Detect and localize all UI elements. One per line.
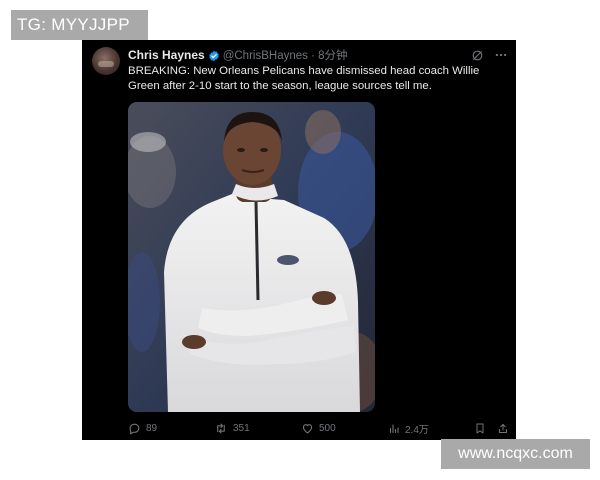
bookmark-icon [476, 423, 484, 433]
reply-count: 89 [146, 422, 158, 434]
reply-icon [129, 423, 140, 434]
retweet-count: 351 [233, 422, 250, 434]
coach-photo-illustration [128, 102, 375, 412]
website-watermark: www.ncqxc.com [441, 439, 590, 469]
tweet-card[interactable]: Chris Haynes @ChrisBHaynes · 8分钟 BREAKIN… [82, 40, 516, 440]
share-button[interactable] [497, 418, 509, 438]
tweet-media-photo[interactable] [128, 102, 375, 412]
share-icon [499, 423, 507, 433]
views-count: 2.4万 [405, 424, 429, 436]
views-button[interactable]: 2.4万 [388, 418, 429, 438]
like-count: 500 [319, 422, 336, 434]
bookmark-button[interactable] [474, 418, 486, 438]
author-name[interactable]: Chris Haynes [128, 48, 205, 62]
tweet-action-bar: 89 351 500 2.4万 [128, 418, 512, 438]
author-handle-and-time[interactable]: @ChrisBHaynes · 8分钟 [223, 47, 348, 63]
heart-icon [302, 423, 313, 433]
retweet-icon [217, 423, 225, 433]
tweet-text: BREAKING: New Orleans Pelicans have dism… [128, 65, 480, 92]
author-avatar[interactable] [92, 47, 120, 75]
telegram-watermark: TG: MYYJJPP [11, 10, 148, 40]
reply-button[interactable]: 89 [128, 418, 157, 438]
like-button[interactable]: 500 [301, 418, 336, 438]
verified-badge-icon [208, 49, 220, 62]
views-chart-icon [389, 423, 399, 433]
retweet-button[interactable]: 351 [214, 418, 250, 438]
tweet-header: Chris Haynes @ChrisBHaynes · 8分钟 [128, 47, 348, 63]
